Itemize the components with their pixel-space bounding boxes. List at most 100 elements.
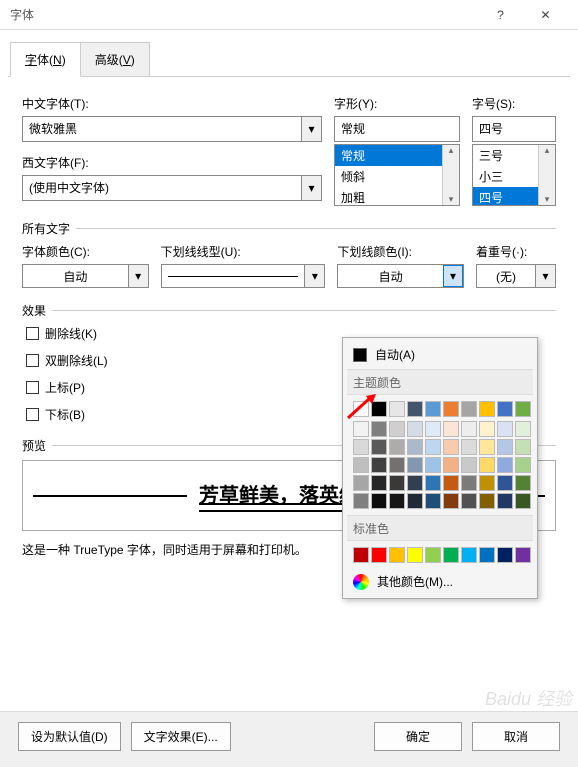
- color-swatch[interactable]: [389, 547, 405, 563]
- color-swatch[interactable]: [461, 401, 477, 417]
- set-default-button[interactable]: 设为默认值(D): [18, 722, 121, 751]
- color-swatch[interactable]: [461, 493, 477, 509]
- color-swatch[interactable]: [497, 457, 513, 473]
- color-swatch[interactable]: [479, 457, 495, 473]
- color-swatch[interactable]: [425, 475, 441, 491]
- help-button[interactable]: ?: [478, 0, 523, 30]
- color-swatch[interactable]: [353, 457, 369, 473]
- color-swatch[interactable]: [371, 439, 387, 455]
- style-option[interactable]: 倾斜: [335, 166, 442, 187]
- color-swatch[interactable]: [479, 439, 495, 455]
- color-swatch[interactable]: [479, 475, 495, 491]
- color-swatch[interactable]: [497, 493, 513, 509]
- ok-button[interactable]: 确定: [374, 722, 462, 751]
- cancel-button[interactable]: 取消: [472, 722, 560, 751]
- color-swatch[interactable]: [443, 475, 459, 491]
- color-swatch[interactable]: [515, 457, 531, 473]
- color-swatch[interactable]: [515, 421, 531, 437]
- font-color-dropdown[interactable]: 自动 ▾: [22, 264, 149, 288]
- scrollbar[interactable]: ▴▾: [442, 145, 459, 205]
- color-swatch[interactable]: [515, 439, 531, 455]
- color-swatch[interactable]: [479, 401, 495, 417]
- color-swatch[interactable]: [389, 475, 405, 491]
- color-swatch[interactable]: [461, 475, 477, 491]
- color-swatch[interactable]: [407, 421, 423, 437]
- tab-font[interactable]: 字体(N): [10, 42, 81, 77]
- color-swatch[interactable]: [407, 401, 423, 417]
- color-swatch[interactable]: [443, 547, 459, 563]
- color-swatch[interactable]: [353, 421, 369, 437]
- color-swatch[interactable]: [407, 475, 423, 491]
- color-swatch[interactable]: [371, 493, 387, 509]
- emphasis-value: (无): [477, 265, 535, 287]
- color-swatch[interactable]: [497, 401, 513, 417]
- color-swatch[interactable]: [407, 547, 423, 563]
- color-swatch[interactable]: [425, 547, 441, 563]
- style-input[interactable]: 常规: [334, 116, 460, 142]
- color-swatch[interactable]: [407, 493, 423, 509]
- text-effects-button[interactable]: 文字效果(E)...: [131, 722, 231, 751]
- color-swatch[interactable]: [353, 493, 369, 509]
- color-swatch[interactable]: [407, 439, 423, 455]
- color-swatch[interactable]: [371, 475, 387, 491]
- color-swatch[interactable]: [443, 439, 459, 455]
- color-swatch[interactable]: [425, 401, 441, 417]
- style-option[interactable]: 加粗: [335, 187, 442, 205]
- scrollbar[interactable]: ▴▾: [538, 145, 555, 205]
- color-swatch[interactable]: [497, 547, 513, 563]
- color-swatch[interactable]: [353, 547, 369, 563]
- color-swatch[interactable]: [461, 547, 477, 563]
- color-swatch[interactable]: [461, 439, 477, 455]
- size-listbox[interactable]: 三号 小三 四号 ▴▾: [472, 144, 556, 206]
- window-title: 字体: [10, 6, 478, 23]
- color-swatch[interactable]: [371, 421, 387, 437]
- color-swatch[interactable]: [389, 439, 405, 455]
- color-swatch[interactable]: [371, 457, 387, 473]
- color-swatch[interactable]: [515, 493, 531, 509]
- en-font-combo[interactable]: (使用中文字体) ▾: [22, 175, 322, 201]
- color-swatch[interactable]: [461, 457, 477, 473]
- cn-font-combo[interactable]: 微软雅黑 ▾: [22, 116, 322, 142]
- color-swatch[interactable]: [425, 439, 441, 455]
- color-swatch[interactable]: [497, 439, 513, 455]
- color-auto[interactable]: 自动(A): [347, 342, 533, 367]
- color-swatch[interactable]: [479, 547, 495, 563]
- tab-bar: 字体(N) 高级(V): [0, 42, 578, 77]
- color-swatch[interactable]: [389, 457, 405, 473]
- color-swatch[interactable]: [479, 493, 495, 509]
- underline-style-dropdown[interactable]: ▾: [161, 264, 326, 288]
- color-swatch[interactable]: [425, 493, 441, 509]
- color-swatch[interactable]: [497, 475, 513, 491]
- size-input[interactable]: 四号: [472, 116, 556, 142]
- theme-colors-label: 主题颜色: [347, 369, 533, 395]
- color-swatch[interactable]: [425, 421, 441, 437]
- more-colors[interactable]: 其他颜色(M)...: [347, 567, 533, 592]
- color-swatch[interactable]: [443, 421, 459, 437]
- style-listbox[interactable]: 常规 倾斜 加粗 ▴▾: [334, 144, 460, 206]
- color-swatch[interactable]: [425, 457, 441, 473]
- color-swatch[interactable]: [515, 547, 531, 563]
- color-swatch[interactable]: [389, 493, 405, 509]
- color-swatch[interactable]: [443, 457, 459, 473]
- close-button[interactable]: ✕: [523, 0, 568, 30]
- color-swatch[interactable]: [389, 401, 405, 417]
- emphasis-dropdown[interactable]: (无) ▾: [476, 264, 556, 288]
- style-option[interactable]: 常规: [335, 145, 442, 166]
- color-swatch[interactable]: [515, 475, 531, 491]
- color-swatch[interactable]: [443, 493, 459, 509]
- size-option[interactable]: 小三: [473, 166, 538, 187]
- size-option[interactable]: 三号: [473, 145, 538, 166]
- color-swatch[interactable]: [497, 421, 513, 437]
- color-swatch[interactable]: [407, 457, 423, 473]
- color-swatch[interactable]: [371, 547, 387, 563]
- color-swatch[interactable]: [353, 439, 369, 455]
- color-swatch[interactable]: [389, 421, 405, 437]
- color-swatch[interactable]: [443, 401, 459, 417]
- size-option[interactable]: 四号: [473, 187, 538, 205]
- color-swatch[interactable]: [461, 421, 477, 437]
- tab-advanced[interactable]: 高级(V): [80, 42, 150, 77]
- underline-color-dropdown[interactable]: 自动 ▾: [337, 264, 464, 288]
- color-swatch[interactable]: [353, 475, 369, 491]
- color-swatch[interactable]: [479, 421, 495, 437]
- color-swatch[interactable]: [515, 401, 531, 417]
